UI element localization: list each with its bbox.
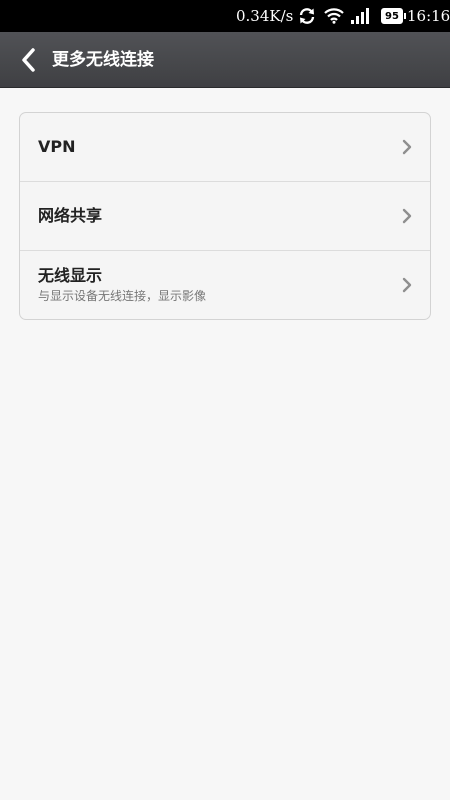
list-item-tethering[interactable]: 网络共享	[20, 182, 430, 251]
list-item-wireless-display[interactable]: 无线显示 与显示设备无线连接，显示影像	[20, 251, 430, 319]
page-title: 更多无线连接	[52, 50, 154, 70]
signal-icon	[351, 8, 369, 24]
status-bar: 0.34K/s 95 16:16	[0, 0, 450, 32]
sync-icon	[299, 8, 315, 24]
chevron-right-icon	[402, 139, 412, 155]
list-item-label: VPN	[38, 137, 76, 156]
network-speed: 0.34K/s	[236, 7, 294, 25]
chevron-right-icon	[402, 277, 412, 293]
list-item-label: 网络共享	[38, 206, 103, 225]
list-item-subtitle: 与显示设备无线连接，显示影像	[38, 289, 207, 303]
chevron-right-icon	[402, 208, 412, 224]
battery-icon: 95	[381, 8, 406, 24]
settings-list: VPN 网络共享 无线显示 与显示设备无线连接，显示影像	[19, 112, 431, 320]
clock: 16:16	[407, 7, 450, 25]
list-item-vpn[interactable]: VPN	[20, 113, 430, 182]
wifi-icon	[324, 8, 344, 24]
title-bar: 更多无线连接	[0, 32, 450, 88]
list-item-label: 无线显示	[38, 266, 103, 285]
back-button[interactable]	[10, 42, 46, 78]
back-arrow-icon	[22, 48, 35, 72]
